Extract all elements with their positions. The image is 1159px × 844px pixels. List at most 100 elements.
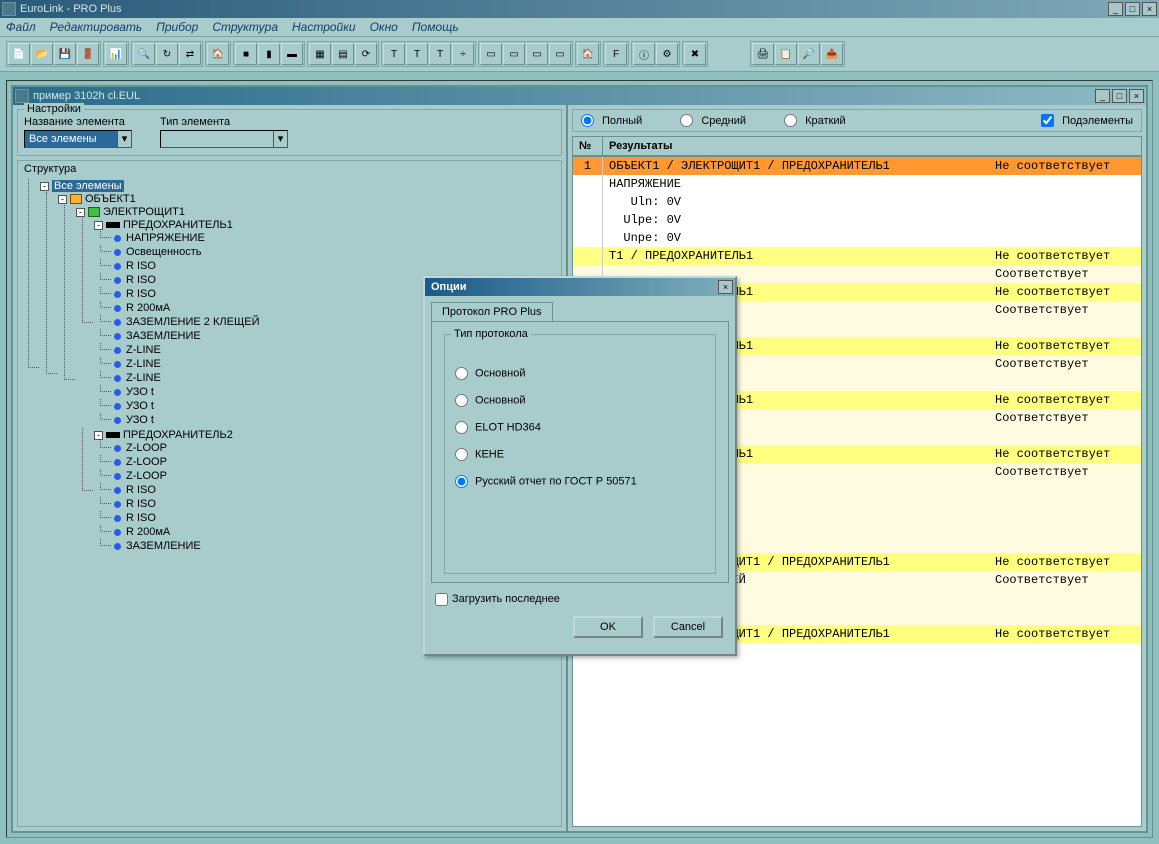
save-icon[interactable]: 💾: [54, 43, 76, 65]
tree-panel[interactable]: ЭЛЕКТРОЩИТ1: [103, 206, 185, 218]
expand-icon[interactable]: -: [94, 221, 103, 230]
close-button[interactable]: ×: [1142, 2, 1157, 16]
structure-label: Структура: [24, 163, 76, 175]
name-combo[interactable]: Все элемены ▾: [24, 130, 132, 148]
protocol-option[interactable]: КЕНЕ: [455, 448, 705, 461]
tree-root[interactable]: Все элемены: [52, 180, 124, 192]
export-icon[interactable]: 📤: [821, 43, 843, 65]
t3-icon[interactable]: T: [429, 43, 451, 65]
menu-settings[interactable]: Настройки: [292, 20, 356, 34]
grid-icon[interactable]: ▦: [309, 43, 331, 65]
menu-structure[interactable]: Структура: [212, 20, 278, 34]
f-icon[interactable]: F: [605, 43, 627, 65]
result-header[interactable]: Т1 / ПРЕДОХРАНИТЕЛЬ1Не соответствует: [573, 247, 1141, 265]
rec-icon[interactable]: ▬: [281, 43, 303, 65]
child-titlebar: пример 3102h cl.EUL _ □ ×: [13, 87, 1146, 105]
b1-icon[interactable]: ▭: [480, 43, 502, 65]
child-close-button[interactable]: ×: [1129, 89, 1144, 103]
preview-icon[interactable]: 🔎: [798, 43, 820, 65]
swap-icon[interactable]: ⇄: [179, 43, 201, 65]
bullet-icon: [114, 263, 121, 270]
type-combo[interactable]: ▾: [160, 130, 288, 148]
pause-icon[interactable]: ▮: [258, 43, 280, 65]
filter-medium[interactable]: Средний: [680, 114, 746, 127]
dialog-close-button[interactable]: ×: [718, 280, 733, 294]
protocol-option[interactable]: Русский отчет по ГОСТ Р 50571: [455, 475, 705, 488]
options-dialog: Опции × Протокол PRO Plus Тип протокола …: [423, 276, 737, 656]
tree-item[interactable]: НАПРЯЖЕНИЕ: [112, 231, 557, 245]
dialog-tab[interactable]: Протокол PRO Plus: [431, 302, 553, 321]
new-icon[interactable]: 📄: [8, 43, 30, 65]
bullet-icon: [114, 305, 121, 312]
expand-icon[interactable]: -: [40, 182, 49, 191]
app-titlebar: EuroLink - PRO Plus _ □ ×: [0, 0, 1159, 18]
zoom-icon[interactable]: 🔍: [133, 43, 155, 65]
ok-button[interactable]: OK: [573, 616, 643, 638]
protocol-option[interactable]: ELOT HD364: [455, 421, 705, 434]
stop-icon[interactable]: ■: [235, 43, 257, 65]
child-title: пример 3102h cl.EUL: [33, 90, 140, 102]
doc-icon: [15, 89, 29, 103]
tree-fuse1[interactable]: ПРЕДОХРАНИТЕЛЬ1: [123, 219, 233, 231]
bullet-icon: [114, 445, 121, 452]
fuse-icon: [106, 222, 120, 228]
clip-icon[interactable]: 📋: [775, 43, 797, 65]
load-last-row[interactable]: Загрузить последнее: [425, 589, 735, 610]
cfg-icon[interactable]: ⚙: [656, 43, 678, 65]
chevron-down-icon[interactable]: ▾: [273, 131, 287, 147]
t4-icon[interactable]: ÷: [452, 43, 474, 65]
bullet-icon: [114, 291, 121, 298]
exit-icon[interactable]: 🚪: [77, 43, 99, 65]
protocol-option[interactable]: Основной: [455, 394, 705, 407]
filter-full[interactable]: Полный: [581, 114, 642, 127]
bullet-icon: [114, 361, 121, 368]
expand-icon[interactable]: -: [76, 208, 85, 217]
menu-help[interactable]: Помощь: [412, 20, 459, 34]
bullet-icon: [114, 515, 121, 522]
filter-sub[interactable]: Подэлементы: [1041, 114, 1133, 127]
b4-icon[interactable]: ▭: [549, 43, 571, 65]
tree-object[interactable]: ОБЪЕКТ1: [85, 193, 136, 205]
menubar: Файл Редактировать Прибор Структура Наст…: [0, 18, 1159, 37]
refresh-icon[interactable]: ↻: [156, 43, 178, 65]
dialog-title: Опции: [427, 281, 467, 293]
menu-file[interactable]: Файл: [6, 20, 36, 34]
home-icon[interactable]: 🏠: [207, 43, 229, 65]
child-maximize-button[interactable]: □: [1112, 89, 1127, 103]
menu-edit[interactable]: Редактировать: [50, 20, 143, 34]
expand-icon[interactable]: -: [94, 431, 103, 440]
home2-icon[interactable]: 🏠: [577, 43, 599, 65]
expand-icon[interactable]: -: [58, 195, 67, 204]
sync-icon[interactable]: ⟳: [355, 43, 377, 65]
bullet-icon: [114, 333, 121, 340]
result-header[interactable]: 1ОБЪЕКТ1 / ЭЛЕКТРОЩИТ1 / ПРЕДОХРАНИТЕЛЬ1…: [573, 157, 1141, 175]
chart-icon[interactable]: 📊: [105, 43, 127, 65]
b3-icon[interactable]: ▭: [526, 43, 548, 65]
minimize-button[interactable]: _: [1108, 2, 1123, 16]
tree-item[interactable]: R ISO: [112, 259, 557, 273]
bullet-icon: [114, 375, 121, 382]
bullet-icon: [114, 459, 121, 466]
protocol-option[interactable]: Основной: [455, 367, 705, 380]
name-label: Название элемента: [24, 116, 132, 128]
print-icon[interactable]: 🖨: [752, 43, 774, 65]
menu-device[interactable]: Прибор: [156, 20, 198, 34]
chevron-down-icon[interactable]: ▾: [117, 131, 131, 147]
maximize-button[interactable]: □: [1125, 2, 1140, 16]
filter-short[interactable]: Краткий: [784, 114, 846, 127]
table-icon[interactable]: ▤: [332, 43, 354, 65]
b2-icon[interactable]: ▭: [503, 43, 525, 65]
x-icon[interactable]: ✖: [684, 43, 706, 65]
panel-icon: [88, 207, 100, 217]
info-icon[interactable]: ⓘ: [633, 43, 655, 65]
result-line: Unpe: 0V: [573, 229, 1141, 247]
child-minimize-button[interactable]: _: [1095, 89, 1110, 103]
load-last-checkbox[interactable]: [435, 593, 448, 606]
menu-window[interactable]: Окно: [370, 20, 398, 34]
cancel-button[interactable]: Cancel: [653, 616, 723, 638]
tree-item[interactable]: Освещенность: [112, 245, 557, 259]
t2-icon[interactable]: T: [406, 43, 428, 65]
tree-fuse2[interactable]: ПРЕДОХРАНИТЕЛЬ2: [123, 429, 233, 441]
open-icon[interactable]: 📂: [31, 43, 53, 65]
t1-icon[interactable]: T: [383, 43, 405, 65]
